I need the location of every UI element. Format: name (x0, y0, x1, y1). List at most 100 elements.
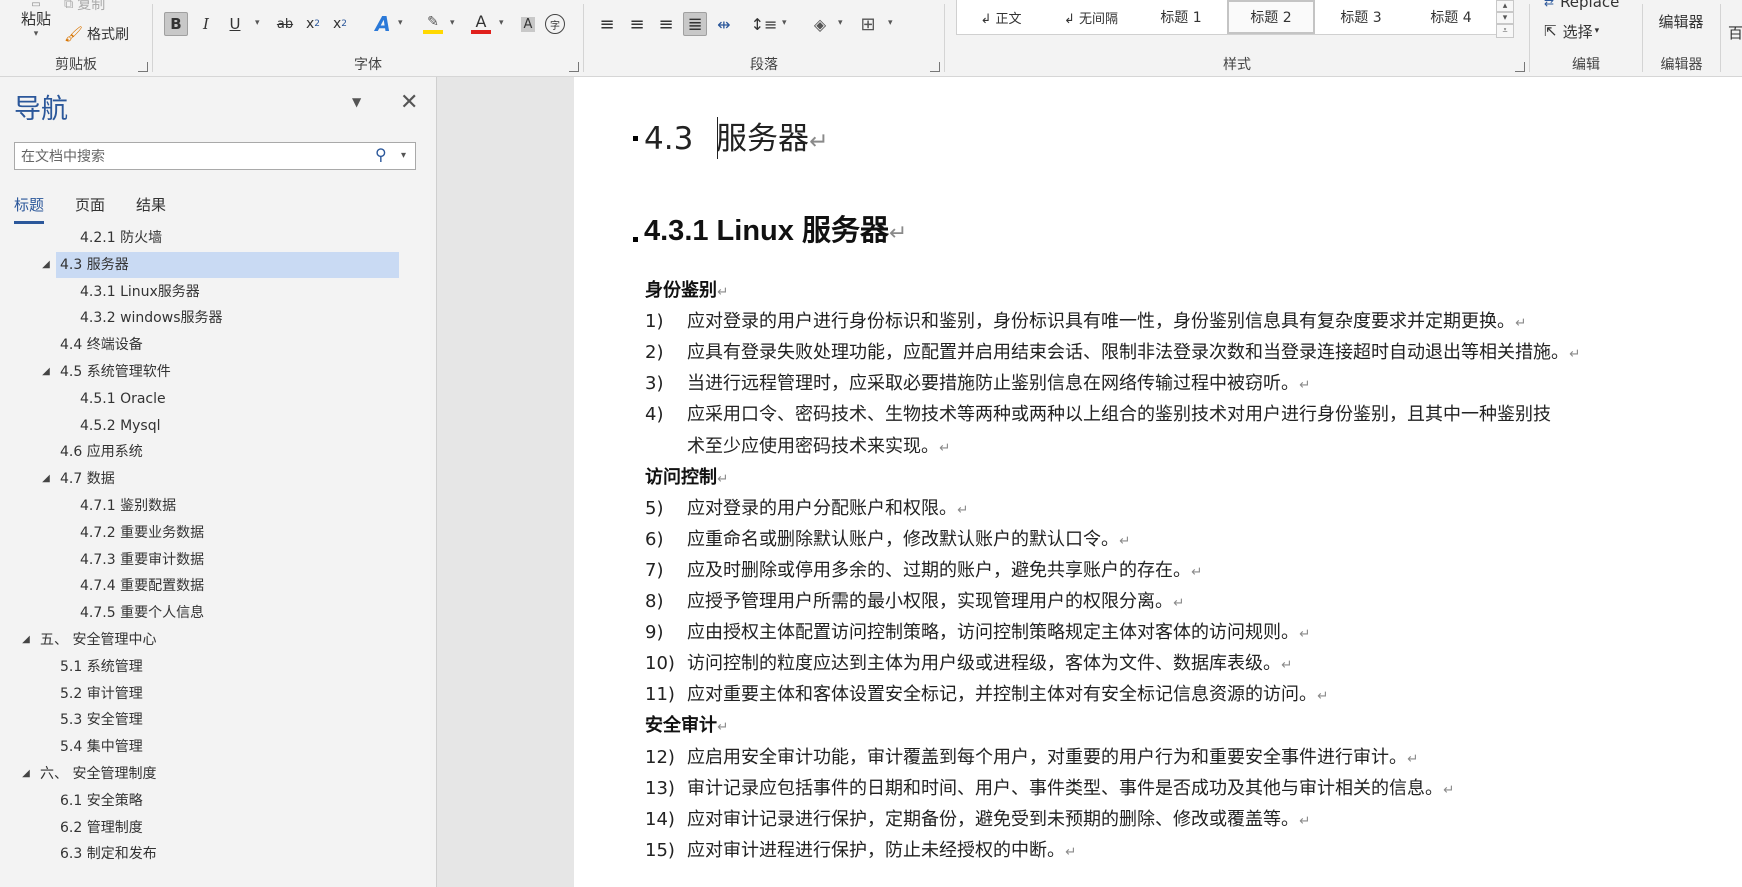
requirement-item[interactable]: 7) 应及时删除或停用多余的、过期的账户，避免共享账户的存在。↵ (645, 556, 1202, 582)
format-painter-button[interactable]: 🖌 格式刷 (64, 22, 129, 46)
nav-heading-item[interactable]: 4.2.1 防火墙 (0, 225, 400, 251)
copy-icon: ⧉ (64, 0, 74, 12)
distributed-button[interactable]: ⇹ (712, 12, 736, 36)
requirement-item[interactable]: 6) 应重命名或删除默认账户，修改默认账户的默认口令。↵ (645, 525, 1130, 551)
nav-heading-item[interactable]: ◢ 六、 安全管理制度 (0, 761, 400, 787)
nav-options-dropdown-icon[interactable]: ▼ (352, 95, 361, 109)
expand-triangle-icon[interactable]: ◢ (40, 466, 52, 492)
requirement-item-continuation[interactable]: 术至少应使用密码技术来实现。↵ (687, 432, 950, 458)
tab-results[interactable]: 结果 (136, 194, 166, 215)
requirement-item[interactable]: 12) 应启用安全审计功能，审计覆盖到每个用户，对重要的用户行为和重要安全事件进行… (645, 743, 1418, 769)
paste-button[interactable]: ▭ 粘贴 ▾ (14, 0, 58, 40)
item-text: 访问控制的粒度应达到主体为用户级或进程级，客体为文件、数据库表级。 (687, 653, 1281, 674)
align-center-button[interactable]: ≡ (625, 12, 649, 36)
paragraph-dialog-launcher[interactable] (930, 62, 940, 72)
nav-heading-item[interactable]: 4.3.2 windows服务器 (0, 305, 400, 331)
highlight-button[interactable]: ✎ (421, 12, 445, 36)
requirement-item[interactable]: 9) 应由授权主体配置访问控制策略，访问控制策略规定主体对客体的访问规则。↵ (645, 618, 1310, 644)
font-dialog-launcher[interactable] (569, 62, 579, 72)
editor-button[interactable]: 编辑器 (1653, 2, 1709, 42)
nav-heading-item[interactable]: 6.1 安全策略 (0, 788, 400, 814)
enclose-character-button[interactable]: 字 (543, 12, 567, 36)
nav-heading-item[interactable]: 4.5.2 Mysql (0, 413, 400, 439)
nav-heading-item[interactable]: ◢ 4.5 系统管理软件 (0, 359, 400, 385)
document-page[interactable]: 4.3 服务器↵ 4.3.1 Linux 服务器↵ 身份鉴别↵ 1) 应对登录的用户进… (574, 77, 1742, 887)
select-button[interactable]: ⇱ 选择 ▾ (1544, 20, 1599, 42)
requirement-item[interactable]: 13) 审计记录应包括事件的日期和时间、用户、事件类型、事件是否成功及其他与审计相… (645, 774, 1454, 800)
expand-triangle-icon[interactable]: ◢ (20, 761, 32, 787)
requirement-item[interactable]: 14) 应对审计记录进行保护，定期备份，避免受到未预期的删除、修改或覆盖等。↵ (645, 805, 1310, 831)
underline-button[interactable]: U (223, 12, 247, 36)
superscript-button[interactable]: x2 (328, 12, 352, 36)
nav-heading-item[interactable]: 5.1 系统管理 (0, 654, 400, 680)
shading-dropdown-icon[interactable]: ▾ (838, 18, 843, 28)
tab-headings[interactable]: 标题 (14, 194, 45, 224)
heading-4-3[interactable]: 4.3 服务器↵ (644, 113, 828, 158)
character-shading-button[interactable]: A (516, 12, 540, 36)
nav-heading-item[interactable]: ◢ 五、 安全管理中心 (0, 627, 400, 653)
requirement-item[interactable]: 8) 应授予管理用户所需的最小权限，实现管理用户的权限分离。↵ (645, 587, 1184, 613)
tab-pages[interactable]: 页面 (75, 194, 105, 215)
nav-heading-item[interactable]: 4.7.2 重要业务数据 (0, 520, 400, 546)
underline-dropdown-icon[interactable]: ▾ (255, 18, 260, 28)
nav-heading-item[interactable]: 4.6 应用系统 (0, 439, 400, 465)
font-color-dropdown-icon[interactable]: ▾ (499, 18, 504, 28)
align-left-button[interactable]: ≡ (595, 12, 619, 36)
expand-triangle-icon[interactable]: ◢ (40, 252, 52, 278)
nav-heading-item[interactable]: 4.5.1 Oracle (0, 386, 400, 412)
text-effects-dropdown-icon[interactable]: ▾ (398, 18, 403, 28)
nav-heading-item[interactable]: ◢ 4.3 服务器 (42, 252, 399, 278)
nav-heading-item[interactable]: 4.7.1 鉴别数据 (0, 493, 400, 519)
requirement-item[interactable]: 10) 访问控制的粒度应达到主体为用户级或进程级，客体为文件、数据库表级。↵ (645, 649, 1292, 675)
expand-triangle-icon[interactable]: ◢ (40, 359, 52, 385)
requirement-item[interactable]: 15) 应对审计进程进行保护，防止未经授权的中断。↵ (645, 836, 1076, 862)
highlight-dropdown-icon[interactable]: ▾ (450, 18, 455, 28)
search-options-dropdown-icon[interactable]: ▾ (401, 150, 406, 161)
heading-4-3-1[interactable]: 4.3.1 Linux 服务器↵ (644, 207, 907, 249)
requirement-item[interactable]: 5) 应对登录的用户分配账户和权限。↵ (645, 494, 968, 520)
replace-button[interactable]: ⇄ Replace (1544, 0, 1619, 12)
text-effects-button[interactable]: A (371, 12, 395, 36)
magnifier-icon[interactable]: ⚲ (375, 145, 387, 164)
item-text: 应及时删除或停用多余的、过期的账户，避免共享账户的存在。 (687, 560, 1191, 581)
nav-heading-item[interactable]: 4.7.3 重要审计数据 (0, 547, 400, 573)
nav-heading-item[interactable]: 4.4 终端设备 (0, 332, 400, 358)
requirement-item[interactable]: 11) 应对重要主体和客体设置安全标记，并控制主体对有安全标记信息资源的访问。↵ (645, 680, 1328, 706)
borders-button[interactable]: ⊞ (856, 12, 880, 36)
nav-heading-item[interactable]: 6.3 制定和发布 (0, 841, 400, 867)
item-text: 应对审计记录进行保护，定期备份，避免受到未预期的删除、修改或覆盖等。 (687, 809, 1299, 830)
borders-dropdown-icon[interactable]: ▾ (888, 18, 893, 28)
requirement-item[interactable]: 4) 应采用口令、密码技术、生物技术等两种或两种以上组合的鉴别技术对用户进行身份鉴… (645, 400, 1551, 426)
shading-button[interactable]: ◈ (808, 12, 832, 36)
nav-heading-item[interactable]: 5.4 集中管理 (0, 734, 400, 760)
nav-heading-item[interactable]: 6.2 管理制度 (0, 815, 400, 841)
cut-off-ribbon-button[interactable]: 百 (1728, 22, 1742, 43)
nav-heading-item[interactable]: 5.2 审计管理 (0, 681, 400, 707)
font-color-button[interactable]: A (469, 12, 493, 36)
expand-triangle-icon[interactable]: ◢ (20, 627, 32, 653)
nav-heading-item[interactable]: 4.7.5 重要个人信息 (0, 600, 400, 626)
close-icon[interactable]: ✕ (400, 90, 418, 115)
justify-button[interactable]: ≣ (683, 12, 707, 36)
section-heading[interactable]: 身份鉴别↵ (645, 276, 728, 302)
line-spacing-button[interactable]: ↕≡ (751, 12, 778, 36)
requirement-item[interactable]: 1) 应对登录的用户进行身份标识和鉴别，身份标识具有唯一性，身份鉴别信息具有复杂度… (645, 307, 1526, 333)
bold-button[interactable]: B (164, 12, 188, 36)
strikethrough-button[interactable]: ab (273, 12, 297, 36)
nav-heading-item[interactable]: 4.3.1 Linux服务器 (0, 279, 400, 305)
line-spacing-dropdown-icon[interactable]: ▾ (782, 18, 787, 28)
nav-search-input[interactable] (19, 146, 363, 168)
requirement-item[interactable]: 3) 当进行远程管理时，应采取必要措施防止鉴别信息在网络传输过程中被窃听。↵ (645, 369, 1310, 395)
align-right-button[interactable]: ≡ (654, 12, 678, 36)
nav-heading-item[interactable]: ◢ 4.7 数据 (0, 466, 400, 492)
section-heading[interactable]: 访问控制↵ (645, 463, 728, 489)
italic-button[interactable]: I (194, 12, 218, 36)
requirement-item[interactable]: 2) 应具有登录失败处理功能，应配置并启用结束会话、限制非法登录次数和当登录连接超… (645, 338, 1580, 364)
copy-button[interactable]: ⧉ 复制 (64, 0, 105, 14)
clipboard-dialog-launcher[interactable] (138, 62, 148, 72)
section-heading[interactable]: 安全审计↵ (645, 711, 728, 737)
nav-heading-item[interactable]: 5.3 安全管理 (0, 707, 400, 733)
styles-dialog-launcher[interactable] (1515, 62, 1525, 72)
subscript-button[interactable]: x2 (301, 12, 325, 36)
nav-heading-item[interactable]: 4.7.4 重要配置数据 (0, 573, 400, 599)
